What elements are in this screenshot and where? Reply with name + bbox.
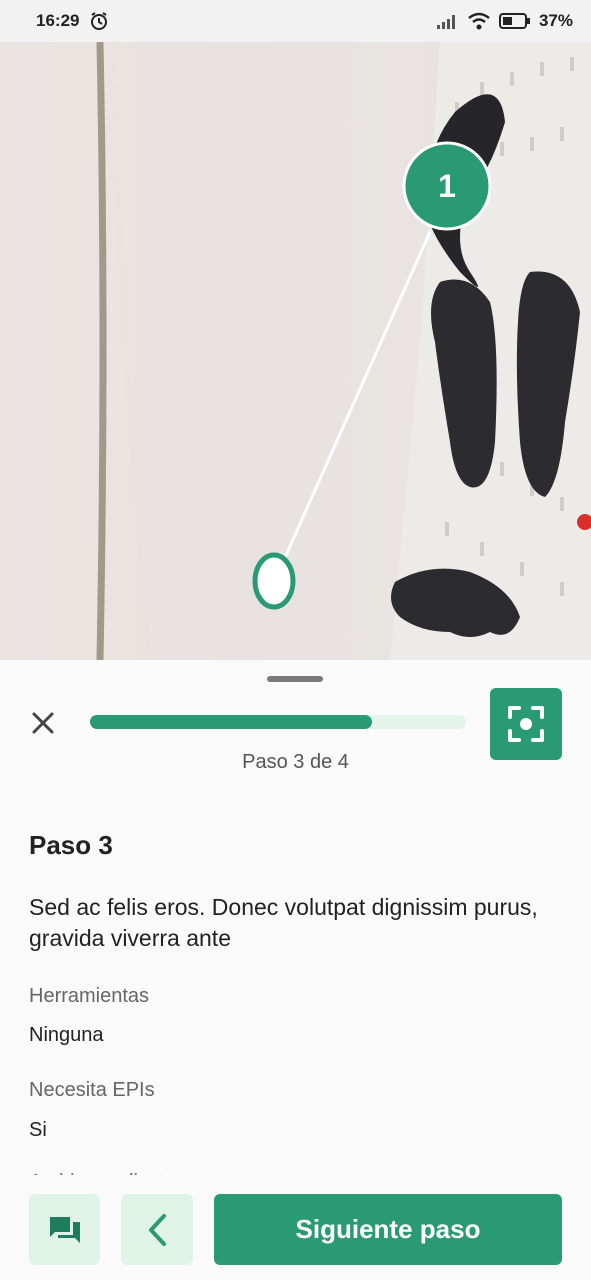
sheet-grab-handle[interactable] — [267, 676, 323, 682]
tools-value: Ninguna — [29, 1024, 104, 1046]
status-bar: 16:29 37% — [0, 0, 591, 42]
wifi-icon — [467, 12, 491, 30]
ppe-value: Si — [29, 1119, 47, 1141]
battery-percent: 37% — [538, 11, 573, 30]
ppe-label: Necesita EPIs — [29, 1079, 155, 1101]
step-sheet: Paso 3 de 4 Paso 3 Sed ac felis eros. Do… — [0, 660, 591, 1280]
signal-icon — [436, 13, 459, 29]
alarm-icon — [89, 11, 109, 31]
marker-label[interactable]: 1 — [404, 143, 490, 229]
battery-icon — [498, 12, 531, 30]
chat-button[interactable] — [29, 1194, 100, 1265]
back-button[interactable] — [121, 1194, 193, 1265]
chevron-left-icon — [149, 1213, 166, 1246]
step-title: Paso 3 — [29, 830, 113, 860]
step-description: Sed ac felis eros. Donec volutpat dignis… — [29, 894, 538, 951]
progress-fill — [90, 715, 372, 729]
camera-view[interactable]: 1 — [0, 42, 591, 660]
close-icon — [32, 712, 54, 734]
scan-button[interactable] — [490, 688, 562, 760]
status-icons: 37% — [436, 11, 573, 31]
scan-icon — [508, 706, 544, 742]
status-time: 16:29 — [36, 11, 80, 30]
chat-icon — [49, 1216, 80, 1243]
step-counter: Paso 3 de 4 — [242, 751, 349, 773]
bottom-action-bar: Siguiente paso — [0, 1175, 591, 1280]
tools-label: Herramientas — [29, 985, 150, 1007]
camera-scene — [96, 42, 591, 660]
close-button[interactable] — [26, 706, 60, 740]
next-step-button[interactable]: Siguiente paso — [214, 1194, 562, 1265]
step-progress-bar — [90, 715, 466, 729]
